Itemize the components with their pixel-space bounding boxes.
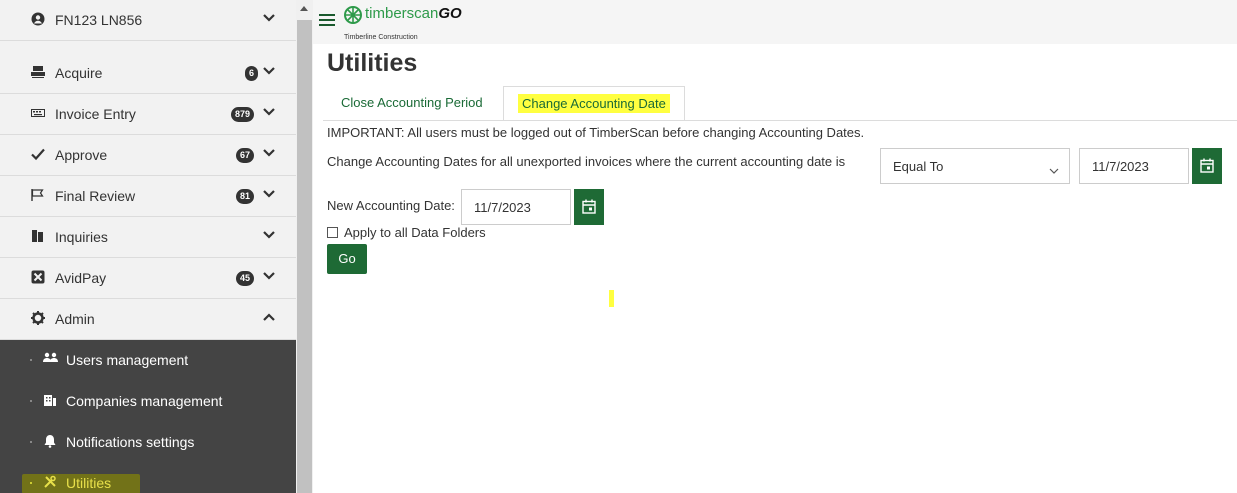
current-date-input[interactable]: 11/7/2023	[1079, 148, 1189, 184]
documents-icon	[30, 229, 46, 245]
tree-dot	[30, 359, 32, 361]
submenu-item-label: Users management	[66, 352, 189, 368]
submenu-item-notifications-settings[interactable]: Notifications settings	[0, 422, 296, 463]
sidebar-item-invoice-entry[interactable]: Invoice Entry 879	[0, 94, 296, 135]
admin-submenu: Users management Companies management No…	[0, 340, 296, 493]
count-badge: 6	[245, 66, 259, 81]
users-icon	[42, 352, 58, 368]
date-value: 11/7/2023	[1092, 159, 1149, 174]
tab-close-accounting-period[interactable]: Close Accounting Period	[327, 86, 497, 120]
submenu-item-companies-management[interactable]: Companies management	[0, 381, 296, 422]
scroll-up-arrow-icon[interactable]	[300, 6, 308, 11]
submenu-item-users-management[interactable]: Users management	[0, 340, 296, 381]
sidebar-item-user[interactable]: FN123 LN856	[0, 0, 296, 41]
new-date-input[interactable]: 11/7/2023	[461, 189, 571, 225]
tab-change-accounting-date[interactable]: Change Accounting Date	[503, 86, 685, 120]
logo-main-text: timberscan	[365, 5, 439, 22]
date-condition-select[interactable]: Equal To	[880, 148, 1070, 184]
tree-dot	[30, 441, 32, 443]
new-accounting-date-label: New Accounting Date:	[327, 198, 455, 213]
calendar-icon	[582, 199, 596, 214]
sidebar-item-label: Inquiries	[55, 229, 108, 245]
timberscan-logo-icon	[344, 6, 362, 24]
flag-icon	[30, 188, 46, 204]
sidebar-item-acquire[interactable]: Acquire 6	[0, 53, 296, 94]
tools-icon	[42, 475, 58, 491]
company-name: Timberline Construction	[344, 34, 418, 41]
chevron-down-icon[interactable]	[262, 148, 278, 162]
important-notice: IMPORTANT: All users must be logged out …	[327, 125, 865, 140]
sidebar-item-label: Final Review	[55, 188, 136, 204]
calendar-icon	[1200, 158, 1214, 173]
chevron-down-icon	[1049, 162, 1059, 180]
logo-suffix-text: GO	[438, 5, 462, 22]
count-badge: 67	[236, 148, 255, 163]
count-badge: 879	[231, 107, 255, 122]
submenu-item-label: Utilities	[66, 475, 112, 491]
checkmark-icon	[30, 147, 46, 163]
tree-dot	[30, 400, 32, 402]
sidebar-item-approve[interactable]: Approve 67	[0, 135, 296, 176]
keyboard-icon	[30, 106, 46, 122]
sidebar-item-label: Approve	[55, 147, 108, 163]
sidebar-item-label: FN123 LN856	[55, 12, 143, 28]
date-value: 11/7/2023	[474, 200, 531, 215]
apply-all-folders-label[interactable]: Apply to all Data Folders	[344, 225, 486, 241]
sidebar-item-label: Acquire	[55, 65, 103, 81]
scanner-icon	[30, 65, 46, 81]
sidebar-item-label: Invoice Entry	[55, 106, 136, 122]
gear-icon	[30, 311, 46, 327]
sidebar-item-final-review[interactable]: Final Review 81	[0, 176, 296, 217]
chevron-down-icon[interactable]	[262, 189, 278, 203]
avidpay-icon	[30, 270, 46, 286]
submenu-item-label: Companies management	[66, 393, 223, 409]
apply-all-folders-checkbox[interactable]	[327, 227, 338, 238]
chevron-down-icon[interactable]	[262, 107, 278, 121]
sidebar-item-admin[interactable]: Admin	[0, 299, 296, 340]
app-header: timberscanGO Timberline Construction	[313, 0, 1237, 44]
highlight-mark	[609, 290, 614, 307]
calendar-button[interactable]	[574, 189, 604, 225]
chevron-down-icon[interactable]	[262, 230, 278, 244]
building-icon	[42, 393, 58, 409]
chevron-up-icon[interactable]	[262, 312, 278, 326]
scroll-thumb[interactable]	[297, 20, 312, 493]
submenu-item-label: Notifications settings	[66, 434, 195, 450]
page-title: Utilities	[327, 49, 418, 77]
chevron-down-icon[interactable]	[262, 66, 278, 80]
sidebar-item-label: Admin	[55, 311, 95, 327]
change-dates-label: Change Accounting Dates for all unexport…	[327, 154, 846, 169]
count-badge: 45	[236, 271, 255, 286]
calendar-button[interactable]	[1192, 148, 1222, 184]
sidebar: FN123 LN856 Acquire 6 Invoice Entry 879 …	[0, 0, 296, 493]
select-value: Equal To	[893, 159, 944, 174]
bell-icon	[42, 434, 58, 450]
go-button[interactable]: Go	[327, 244, 367, 274]
sidebar-item-inquiries[interactable]: Inquiries	[0, 217, 296, 258]
sidebar-item-label: AvidPay	[55, 270, 107, 286]
hamburger-menu-icon[interactable]	[319, 14, 335, 27]
sidebar-scrollbar[interactable]	[296, 0, 313, 493]
submenu-item-utilities[interactable]: Utilities	[0, 463, 296, 493]
count-badge: 81	[236, 189, 255, 204]
sidebar-item-avidpay[interactable]: AvidPay 45	[0, 258, 296, 299]
chevron-down-icon[interactable]	[262, 271, 278, 285]
tab-label: Close Accounting Period	[341, 95, 483, 110]
tab-divider	[323, 120, 1237, 121]
tree-dot	[30, 482, 32, 484]
app-logo-text: timberscanGO	[365, 5, 462, 23]
tab-label: Change Accounting Date	[518, 94, 670, 113]
chevron-down-icon[interactable]	[262, 13, 278, 27]
user-circle-icon	[30, 12, 46, 28]
